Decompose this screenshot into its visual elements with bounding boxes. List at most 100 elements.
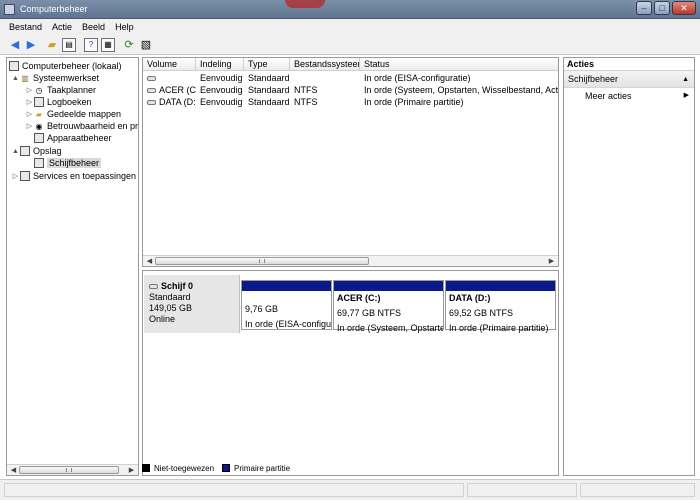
list-horizontal-scrollbar[interactable]: ◀ ▶	[143, 255, 558, 266]
menu-actie[interactable]: Actie	[47, 19, 77, 35]
clock-icon: ◷	[35, 85, 43, 95]
tree-item-apparaatbeheer[interactable]: Apparaatbeheer	[34, 132, 112, 144]
device-manager-icon	[34, 133, 44, 143]
column-header-type[interactable]: Type	[244, 58, 290, 71]
tree-item-root[interactable]: Computerbeheer (lokaal)	[9, 60, 122, 72]
collapse-arrow-icon[interactable]: ▷	[25, 86, 34, 94]
tree-item-taakplanner[interactable]: ▷ ◷ Taakplanner	[25, 84, 96, 96]
column-header-bestandssysteem[interactable]: Bestandssysteem	[290, 58, 360, 71]
export-icon[interactable]: ▧	[139, 38, 153, 52]
collapse-arrow-icon[interactable]: ▷	[25, 122, 34, 130]
disk-icon	[147, 88, 156, 94]
partition-status: In orde (EISA-configur	[245, 319, 331, 329]
disk-management-icon	[34, 158, 44, 168]
tree-label: Gedeelde mappen	[47, 109, 122, 119]
partition-bar	[242, 281, 331, 291]
scroll-thumb[interactable]	[19, 466, 119, 474]
scroll-left-icon[interactable]: ◀	[145, 257, 154, 266]
status-cell: In orde (Primaire partitie)	[364, 97, 464, 107]
actions-title: Acties	[564, 58, 694, 71]
tree-label: Opslag	[33, 146, 62, 156]
close-button[interactable]: ✕	[672, 1, 696, 15]
refresh-icon[interactable]: ⟳	[122, 38, 136, 52]
partition-label: ACER (C:)	[337, 293, 381, 303]
scroll-right-icon[interactable]: ▶	[127, 466, 136, 475]
back-icon[interactable]: ◀	[8, 38, 22, 52]
disk-0-label[interactable]: Schijf 0 Standaard 149,05 GB Online	[144, 275, 240, 333]
minimize-button[interactable]: –	[636, 1, 652, 15]
tree-item-schijfbeheer[interactable]: Schijfbeheer	[34, 157, 102, 169]
help-icon[interactable]: ?	[84, 38, 98, 52]
menu-help[interactable]: Help	[110, 19, 139, 35]
partition-data-d[interactable]: DATA (D:) 69,52 GB NTFS In orde (Primair…	[445, 280, 556, 333]
actions-section-schijfbeheer[interactable]: Schijfbeheer ▲	[564, 71, 694, 88]
up-folder-icon[interactable]: ▰	[45, 38, 59, 52]
legend-label-primary: Primaire partitie	[234, 463, 291, 473]
tree-item-logboeken[interactable]: ▷ Logboeken	[25, 96, 92, 108]
disk-state: Online	[149, 314, 176, 324]
indeling-cell: Eenvoudig	[200, 97, 243, 107]
tree-item-betrouwbaarheid[interactable]: ▷ ◉ Betrouwbaarheid en pre	[25, 120, 138, 132]
maximize-button[interactable]: □	[654, 1, 670, 15]
tree-item-gedeelde-mappen[interactable]: ▷ ▰ Gedeelde mappen	[25, 108, 121, 120]
partition-bar	[334, 281, 443, 291]
status-bar	[0, 479, 700, 500]
legend-label-unallocated: Niet-toegewezen	[154, 463, 215, 473]
legend-swatch-unallocated	[142, 464, 150, 472]
collapse-arrow-icon[interactable]: ▷	[11, 172, 20, 180]
partition-bar	[446, 281, 555, 291]
disk-type: Standaard	[149, 292, 191, 302]
window-title: Computerbeheer	[20, 4, 88, 14]
tree-label: Schijfbeheer	[47, 158, 102, 168]
collapse-caret-icon[interactable]: ▲	[682, 71, 689, 88]
menu-beeld[interactable]: Beeld	[77, 19, 110, 35]
column-header-indeling[interactable]: Indeling	[196, 58, 244, 71]
tree-label: Systeemwerkset	[33, 73, 100, 83]
menu-bestand[interactable]: Bestand	[0, 19, 47, 35]
status-cell: In orde (Systeem, Opstarten, Wisselbesta…	[364, 85, 559, 95]
legend: Niet-toegewezen Primaire partitie	[142, 462, 290, 474]
action-meer-acties[interactable]: Meer acties ▶	[564, 88, 694, 104]
scroll-left-icon[interactable]: ◀	[9, 466, 18, 475]
type-cell: Standaard	[248, 97, 290, 107]
reliability-icon: ◉	[35, 121, 43, 131]
volume-cell	[143, 72, 196, 84]
legend-swatch-primary	[222, 464, 231, 472]
tree-label: Services en toepassingen	[33, 171, 137, 181]
indeling-cell: Eenvoudig	[200, 73, 243, 83]
tree-item-services[interactable]: ▷ Services en toepassingen	[11, 170, 136, 182]
forward-icon[interactable]: ▶	[24, 38, 38, 52]
properties-icon[interactable]: ▦	[101, 38, 115, 52]
title-bar[interactable]: Computerbeheer – □ ✕	[0, 0, 700, 19]
tree-item-opslag[interactable]: ▲ Opslag	[11, 145, 62, 157]
collapse-arrow-icon[interactable]: ▷	[25, 98, 34, 106]
status-segment	[580, 483, 695, 497]
partition-eisa[interactable]: 9,76 GB In orde (EISA-configur	[241, 280, 332, 330]
tree-item-systeemwerkset[interactable]: ▲ ▥ Systeemwerkset	[11, 72, 99, 84]
expand-arrow-icon[interactable]: ▲	[11, 148, 20, 155]
column-header-status[interactable]: Status	[360, 58, 558, 71]
tree-label: Logboeken	[47, 97, 92, 107]
disk-icon	[147, 76, 156, 82]
partition-status: In orde (Systeem, Opstarter	[337, 323, 443, 333]
scroll-right-icon[interactable]: ▶	[547, 257, 556, 266]
expand-arrow-icon[interactable]: ▲	[11, 75, 20, 82]
status-segment	[467, 483, 577, 497]
toolbox-icon: ▥	[21, 73, 29, 83]
services-icon	[20, 171, 30, 181]
disk-name: Schijf 0	[161, 281, 194, 291]
disk-icon	[147, 100, 156, 106]
storage-icon	[20, 146, 30, 156]
column-header-volume[interactable]: Volume	[143, 58, 196, 71]
partition-size: 9,76 GB	[245, 304, 279, 314]
filesystem-cell: NTFS	[294, 85, 318, 95]
tree-horizontal-scrollbar[interactable]: ◀ ▶	[7, 464, 138, 475]
status-segment	[4, 483, 464, 497]
console-tree-icon[interactable]: ▤	[62, 38, 76, 52]
scroll-thumb[interactable]	[155, 257, 369, 265]
partition-acer-c[interactable]: ACER (C:) 69,77 GB NTFS In orde (Systeem…	[333, 280, 444, 333]
partition-status: In orde (Primaire partitie)	[449, 323, 549, 333]
actions-pane: Acties Schijfbeheer ▲ Meer acties ▶	[563, 57, 695, 476]
collapse-arrow-icon[interactable]: ▷	[25, 110, 34, 118]
actions-section-label: Schijfbeheer	[568, 74, 619, 84]
